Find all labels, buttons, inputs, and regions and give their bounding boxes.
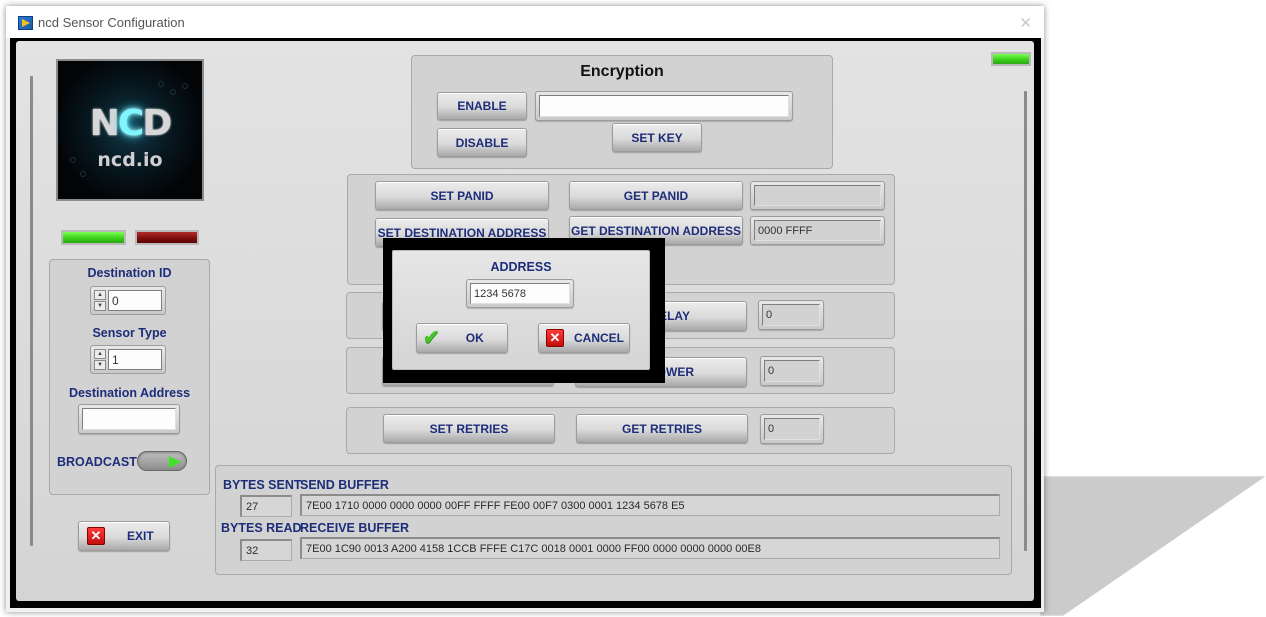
decrement-icon[interactable]: ▼	[94, 301, 106, 311]
destination-address-label: Destination Address	[68, 386, 191, 400]
cancel-button[interactable]: ✕ CANCEL	[538, 323, 630, 353]
bytes-sent-label: BYTES SENT	[223, 478, 302, 492]
send-buffer-label: SEND BUFFER	[300, 478, 389, 492]
destination-settings-group: Destination ID ▲ ▼ 0 Sensor Type ▲ ▼ 1 Des…	[49, 259, 210, 495]
x-icon: ✕	[87, 527, 105, 545]
right-decorative-bar	[1024, 91, 1027, 551]
receive-buffer-label: RECEIVE BUFFER	[300, 521, 410, 535]
retries-group: SET RETRIES GET RETRIES 0	[346, 407, 895, 454]
broadcast-label: BROADCAST	[57, 455, 137, 469]
sensor-type-label: Sensor Type	[92, 326, 167, 340]
labview-icon	[18, 16, 33, 30]
window-drop-shadow	[1040, 476, 1266, 616]
set-key-button[interactable]: SET KEY	[612, 123, 702, 152]
destination-address-input[interactable]	[78, 404, 180, 434]
buffers-group: BYTES SENT 27 SEND BUFFER 7E00 1710 0000…	[215, 465, 1012, 575]
delay-value-display: 0	[758, 300, 824, 330]
checkmark-icon: ✔	[423, 327, 440, 349]
get-panid-button[interactable]: GET PANID	[569, 181, 743, 210]
left-decorative-bar	[30, 76, 33, 546]
address-dialog: ADDRESS 1234 5678 ✔ OK ✕ CANCEL	[383, 238, 665, 383]
broadcast-toggle[interactable]	[137, 451, 187, 471]
status-led-red	[135, 230, 199, 245]
destination-id-value[interactable]: 0	[108, 290, 162, 311]
ncd-logo: NCD ncd.io	[56, 59, 204, 201]
title-bar: ncd Sensor Configuration ✕	[6, 6, 1044, 38]
bytes-sent-value: 27	[240, 495, 292, 517]
get-retries-button[interactable]: GET RETRIES	[576, 414, 748, 443]
sensor-type-value[interactable]: 1	[108, 349, 162, 370]
destination-id-stepper[interactable]: ▲ ▼ 0	[90, 286, 166, 315]
encryption-key-input[interactable]	[535, 91, 793, 121]
sensor-type-stepper[interactable]: ▲ ▼ 1	[90, 345, 166, 374]
power-value-display: 0	[760, 356, 824, 386]
set-panid-button[interactable]: SET PANID	[375, 181, 549, 210]
encryption-group: Encryption ENABLE DISABLE SET KEY	[411, 55, 833, 169]
bytes-read-label: BYTES READ	[221, 521, 302, 535]
address-dialog-body: ADDRESS 1234 5678 ✔ OK ✕ CANCEL	[392, 250, 650, 370]
bytes-read-value: 32	[240, 539, 292, 561]
exit-button[interactable]: ✕ EXIT	[78, 521, 170, 551]
disable-button[interactable]: DISABLE	[437, 128, 527, 157]
destination-address-display: 0000 FFFF	[750, 216, 885, 245]
send-buffer-value: 7E00 1710 0000 0000 0000 00FF FFFF FE00 …	[300, 494, 1000, 516]
close-icon[interactable]: ✕	[1019, 14, 1032, 32]
ok-button[interactable]: ✔ OK	[416, 323, 508, 353]
decrement-icon[interactable]: ▼	[94, 360, 106, 370]
set-retries-button[interactable]: SET RETRIES	[383, 414, 555, 443]
address-input[interactable]: 1234 5678	[466, 279, 574, 308]
increment-icon[interactable]: ▲	[94, 290, 106, 300]
x-icon: ✕	[546, 329, 564, 347]
logo-brand: NCD	[89, 103, 172, 144]
address-label: ADDRESS	[490, 260, 552, 274]
receive-buffer-value: 7E00 1C90 0013 A200 4158 1CCB FFFE C17C …	[300, 537, 1000, 559]
enable-button[interactable]: ENABLE	[437, 92, 527, 120]
panid-value-display	[750, 181, 885, 210]
destination-id-label: Destination ID	[87, 266, 172, 280]
window-title: ncd Sensor Configuration	[38, 15, 185, 30]
logo-subtitle: ncd.io	[97, 149, 163, 171]
increment-icon[interactable]: ▲	[94, 349, 106, 359]
status-led-top-right	[991, 52, 1031, 66]
retries-value-display: 0	[760, 414, 824, 444]
encryption-title: Encryption	[580, 63, 664, 80]
status-led-green	[61, 230, 126, 245]
